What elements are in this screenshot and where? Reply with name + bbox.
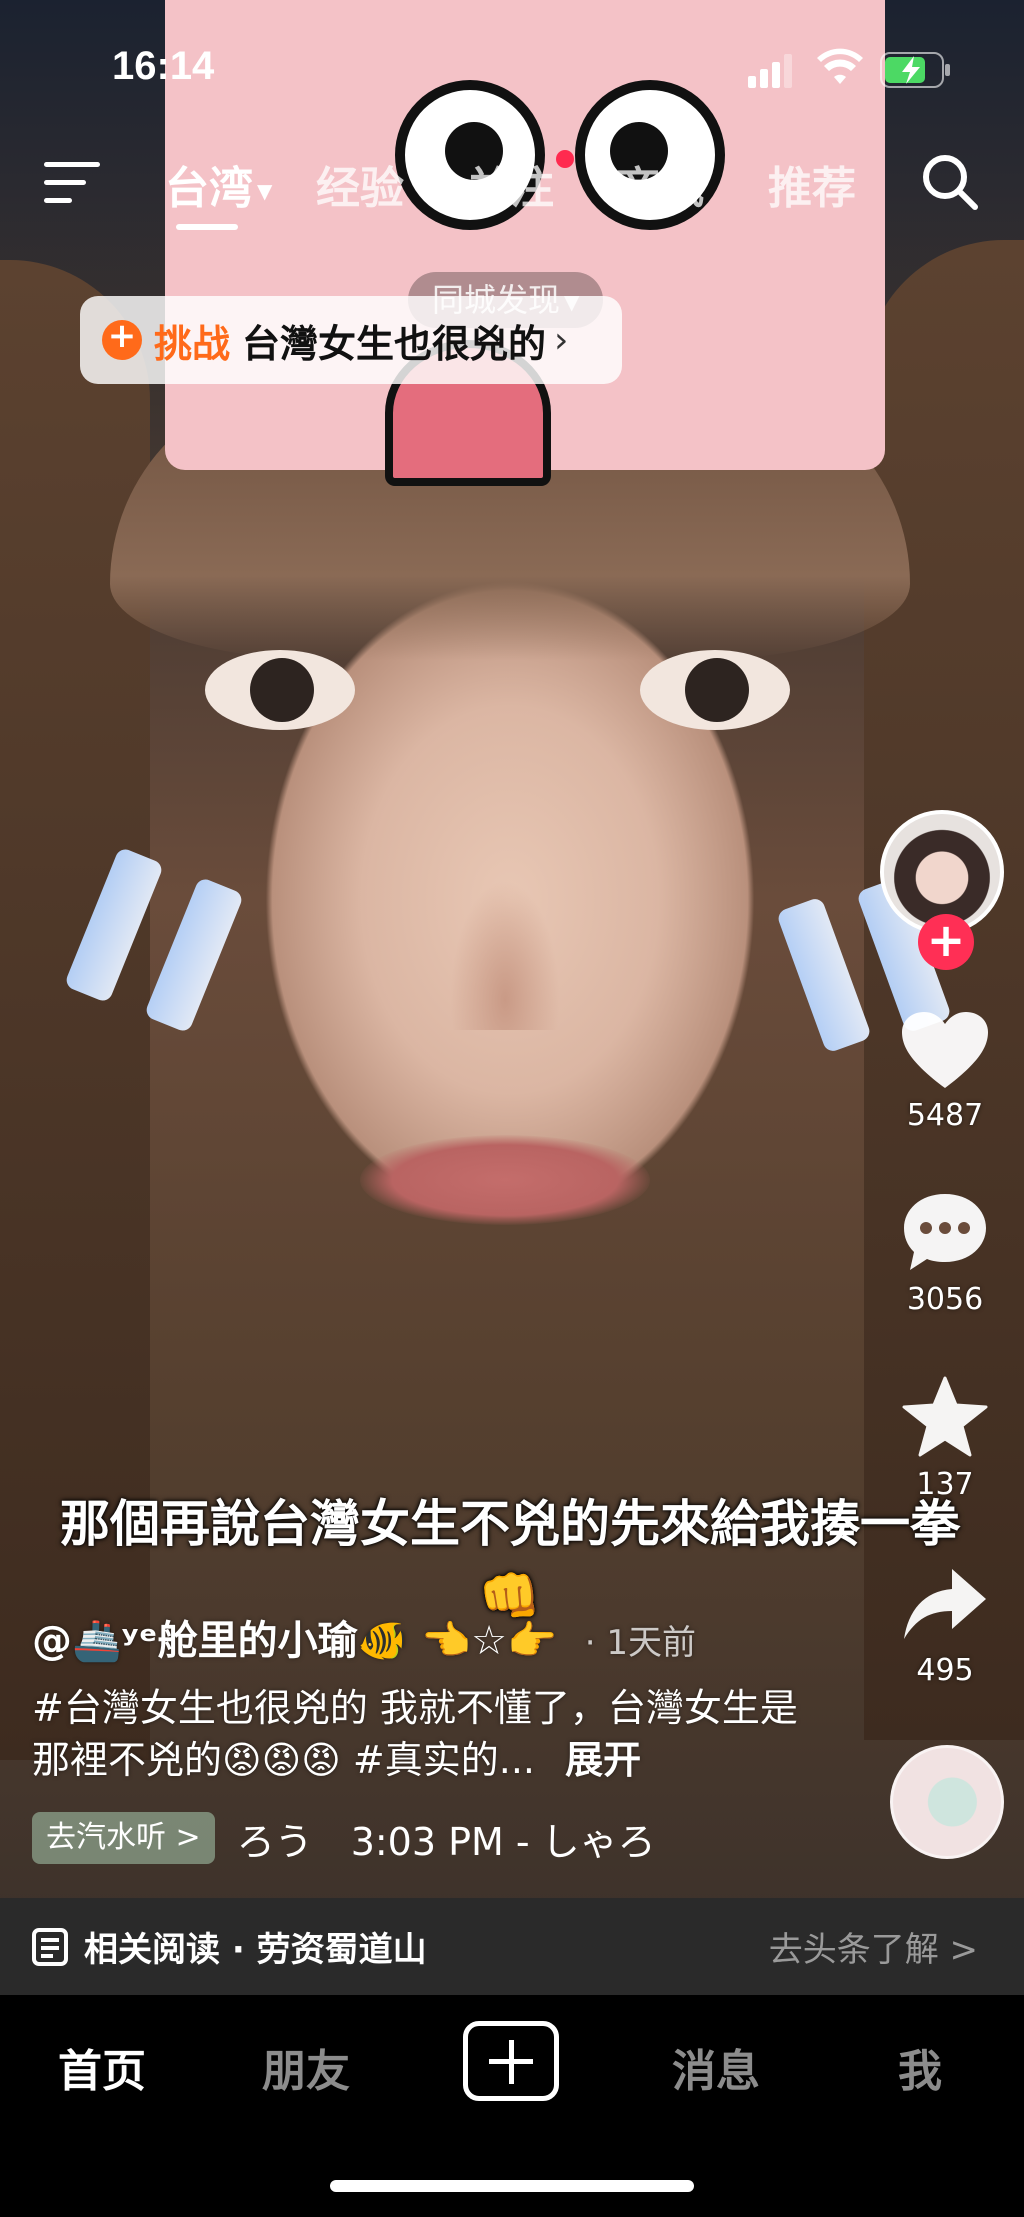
challenge-tag: 挑战 xyxy=(154,321,231,366)
tab-experience[interactable]: 经验 xyxy=(316,152,404,216)
sticker-cheek-mark xyxy=(143,876,245,1034)
follow-button[interactable]: + xyxy=(918,914,974,970)
video-eye-right xyxy=(640,650,790,730)
tabbar-messages[interactable]: 消息 xyxy=(672,2035,760,2099)
author-name[interactable]: @🚢ʸᵉ舱里的小瑜🐠 👈☆👉 xyxy=(32,1618,557,1664)
challenge-icon xyxy=(102,316,142,360)
active-tab-indicator xyxy=(176,224,238,230)
share-arrow-icon xyxy=(904,1569,986,1639)
tab-taiwan-label: 台湾 xyxy=(165,163,253,214)
listen-on-qishui-tag[interactable]: 去汽水听 > xyxy=(32,1812,215,1864)
heart-icon xyxy=(902,1012,988,1088)
challenge-title: 台灣女生也很兇的 xyxy=(242,321,547,366)
author-line[interactable]: @🚢ʸᵉ舱里的小瑜🐠 👈☆👉 · 1天前 xyxy=(32,1608,696,1666)
create-post-button[interactable] xyxy=(463,2021,559,2101)
home-indicator xyxy=(330,2180,694,2192)
cellular-signal-icon xyxy=(748,54,792,88)
share-count: 495 xyxy=(916,1653,974,1688)
comment-icon xyxy=(904,1194,986,1270)
tab-mall[interactable]: 商城 xyxy=(616,152,704,216)
share-button[interactable]: 495 xyxy=(880,1565,1010,1688)
related-reading-text: 相关阅读 · 劳资蜀道山 xyxy=(84,1930,427,1970)
battery-charging-icon xyxy=(880,52,950,88)
like-button[interactable]: 5487 xyxy=(880,1010,1010,1133)
tab-taiwan[interactable]: 台湾 ▼ xyxy=(165,152,272,216)
favorite-count: 137 xyxy=(916,1467,974,1502)
tabbar-me[interactable]: 我 xyxy=(898,2035,942,2099)
video-nose xyxy=(450,880,560,1030)
top-nav: 台湾 ▼ 经验 关注 商城 推荐 xyxy=(0,150,1024,230)
video-mouth xyxy=(360,1135,650,1225)
post-description-text: #台灣女生也很兇的 我就不懂了，台灣女生是那裡不兇的😡😡😡 #真实的... xyxy=(32,1686,798,1782)
tab-recommend[interactable]: 推荐 xyxy=(768,152,856,216)
video-eye-left xyxy=(205,650,355,730)
status-time: 16:14 xyxy=(112,44,215,88)
comment-count: 3056 xyxy=(906,1282,984,1317)
tabbar-friends[interactable]: 朋友 xyxy=(262,2035,350,2099)
status-bar: 16:14 xyxy=(0,40,1024,100)
favorite-button[interactable]: 137 xyxy=(880,1375,1010,1502)
expand-button[interactable]: 展开 xyxy=(565,1738,641,1782)
post-description[interactable]: #台灣女生也很兇的 我就不懂了，台灣女生是那裡不兇的😡😡😡 #真实的... 展开 xyxy=(32,1682,812,1786)
chevron-down-icon: ▼ xyxy=(257,179,273,203)
tab-following[interactable]: 关注 xyxy=(466,152,554,216)
music-title: ろう 3:03 PM - しゃろ xyxy=(236,1819,656,1864)
sticker-cheek-mark xyxy=(775,896,873,1054)
notification-dot xyxy=(556,150,574,168)
tabbar-home[interactable]: 首页 xyxy=(58,2035,146,2099)
chevron-right-icon: › xyxy=(554,319,569,361)
comment-button[interactable]: 3056 xyxy=(880,1190,1010,1317)
music-disc-avatar[interactable] xyxy=(890,1745,1004,1859)
music-row[interactable]: 去汽水听 > ろう 3:03 PM - しゃろ xyxy=(32,1810,656,1866)
like-count: 5487 xyxy=(906,1098,984,1133)
article-icon xyxy=(32,1928,68,1966)
challenge-banner[interactable]: 挑战 台灣女生也很兇的 › xyxy=(80,296,622,384)
menu-icon[interactable] xyxy=(44,160,102,204)
post-time: · 1天前 xyxy=(584,1623,697,1663)
star-icon xyxy=(902,1376,988,1457)
search-icon[interactable] xyxy=(920,152,980,212)
related-reading-bar[interactable]: 相关阅读 · 劳资蜀道山 去头条了解 > xyxy=(0,1898,1024,1995)
go-toutiao-link[interactable]: 去头条了解 > xyxy=(769,1922,978,1971)
wifi-icon xyxy=(817,48,863,84)
